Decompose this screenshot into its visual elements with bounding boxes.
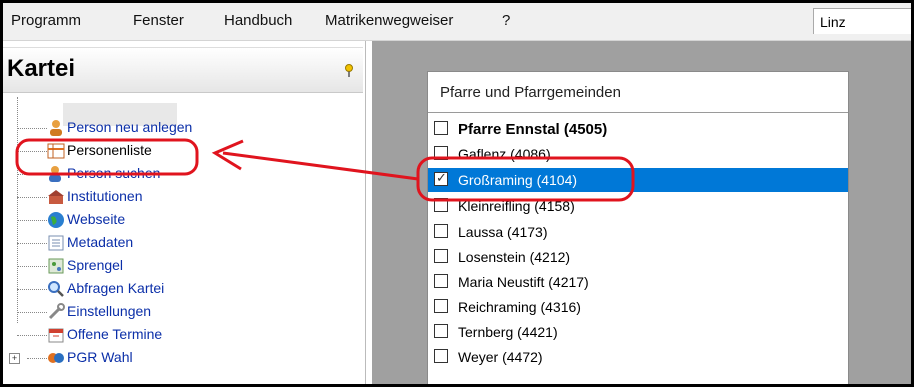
pfarre-dialog: Pfarre und Pfarrgemeinden Pfarre Ennstal… xyxy=(427,71,849,384)
list-item-label: Großraming (4104) xyxy=(458,172,578,188)
person-search-icon xyxy=(49,166,61,182)
list-item-label: Laussa (4173) xyxy=(458,224,548,240)
tree-item-label: Webseite xyxy=(67,211,126,227)
tree-item-label: Offene Termine xyxy=(67,326,163,342)
vote-icon xyxy=(48,353,64,363)
pin-icon[interactable] xyxy=(343,64,355,78)
tree-item-label: Person neu anlegen xyxy=(67,119,193,135)
tree-item-label: Abfragen Kartei xyxy=(67,280,165,296)
menu-matrikenwegweiser[interactable]: Matrikenwegweiser xyxy=(325,12,453,29)
tree-item-label: Metadaten xyxy=(67,234,134,250)
list-item[interactable]: Kleinreifling (4158) xyxy=(428,194,848,218)
location-field[interactable]: Linz xyxy=(813,8,911,34)
list-item-label: Pfarre Ennstal (4505) xyxy=(458,121,608,138)
list-item[interactable]: Reichraming (4316) xyxy=(428,295,848,319)
menu-bar: Programm Fenster Handbuch Matrikenwegwei… xyxy=(3,3,911,41)
magnifier-icon xyxy=(48,281,64,297)
list-item-label: Reichraming (4316) xyxy=(458,299,581,315)
kartei-title: Kartei xyxy=(7,55,76,82)
checkbox[interactable] xyxy=(434,274,448,288)
menu-fenster[interactable]: Fenster xyxy=(133,12,184,29)
metadata-icon xyxy=(48,235,64,251)
list-item[interactable]: Ternberg (4421) xyxy=(428,320,848,344)
person-list-icon xyxy=(47,143,65,159)
check-icon: ✓ xyxy=(436,170,447,185)
kartei-header: Kartei xyxy=(3,47,363,93)
list-item-label: Losenstein (4212) xyxy=(458,249,571,265)
checkbox[interactable] xyxy=(434,249,448,263)
list-item[interactable]: Gaflenz (4086) xyxy=(428,142,848,166)
dialog-title: Pfarre und Pfarrgemeinden xyxy=(440,84,621,101)
list-item[interactable]: Losenstein (4212) xyxy=(428,245,848,269)
institution-icon xyxy=(48,190,64,204)
list-item-selected[interactable]: ✓ Großraming (4104) xyxy=(428,168,848,192)
wrench-icon xyxy=(48,303,65,320)
expand-icon[interactable]: + xyxy=(9,353,20,364)
list-item-label: Maria Neustift (4217) xyxy=(458,274,589,290)
list-item-label: Weyer (4472) xyxy=(458,349,543,365)
map-icon xyxy=(48,258,64,274)
tree-item-label: Institutionen xyxy=(67,188,143,204)
tree-item-label: Einstellungen xyxy=(67,303,152,319)
checkbox[interactable] xyxy=(434,224,448,238)
checkbox[interactable] xyxy=(434,146,448,160)
menu-handbuch[interactable]: Handbuch xyxy=(224,12,292,29)
list-item-label: Gaflenz (4086) xyxy=(458,146,551,162)
menu-programm[interactable]: Programm xyxy=(11,12,81,29)
calendar-icon xyxy=(48,328,64,343)
tree-item-label: PGR Wahl xyxy=(67,349,133,365)
tree-item-label: Person suchen xyxy=(67,165,161,181)
checkbox-checked[interactable]: ✓ xyxy=(434,170,448,186)
list-item[interactable]: Pfarre Ennstal (4505) xyxy=(428,117,848,141)
list-item[interactable]: Maria Neustift (4217) xyxy=(428,270,848,294)
tree-item-label: Personenliste xyxy=(67,142,152,158)
person-add-icon xyxy=(50,120,62,136)
checkbox[interactable] xyxy=(434,299,448,313)
checkbox[interactable] xyxy=(434,324,448,338)
list-item[interactable]: Weyer (4472) xyxy=(428,345,848,369)
tree-item-label: Sprengel xyxy=(67,257,124,273)
list-item-label: Kleinreifling (4158) xyxy=(458,198,575,214)
checkbox[interactable] xyxy=(434,121,448,135)
list-item[interactable]: Laussa (4173) xyxy=(428,220,848,244)
dialog-header: Pfarre und Pfarrgemeinden xyxy=(428,72,848,113)
checkbox[interactable] xyxy=(434,198,448,212)
menu-help[interactable]: ? xyxy=(502,12,510,29)
app-window: Programm Fenster Handbuch Matrikenwegwei… xyxy=(0,0,914,387)
checkbox[interactable] xyxy=(434,349,448,363)
list-item-label: Ternberg (4421) xyxy=(458,324,558,340)
globe-icon xyxy=(48,212,64,228)
